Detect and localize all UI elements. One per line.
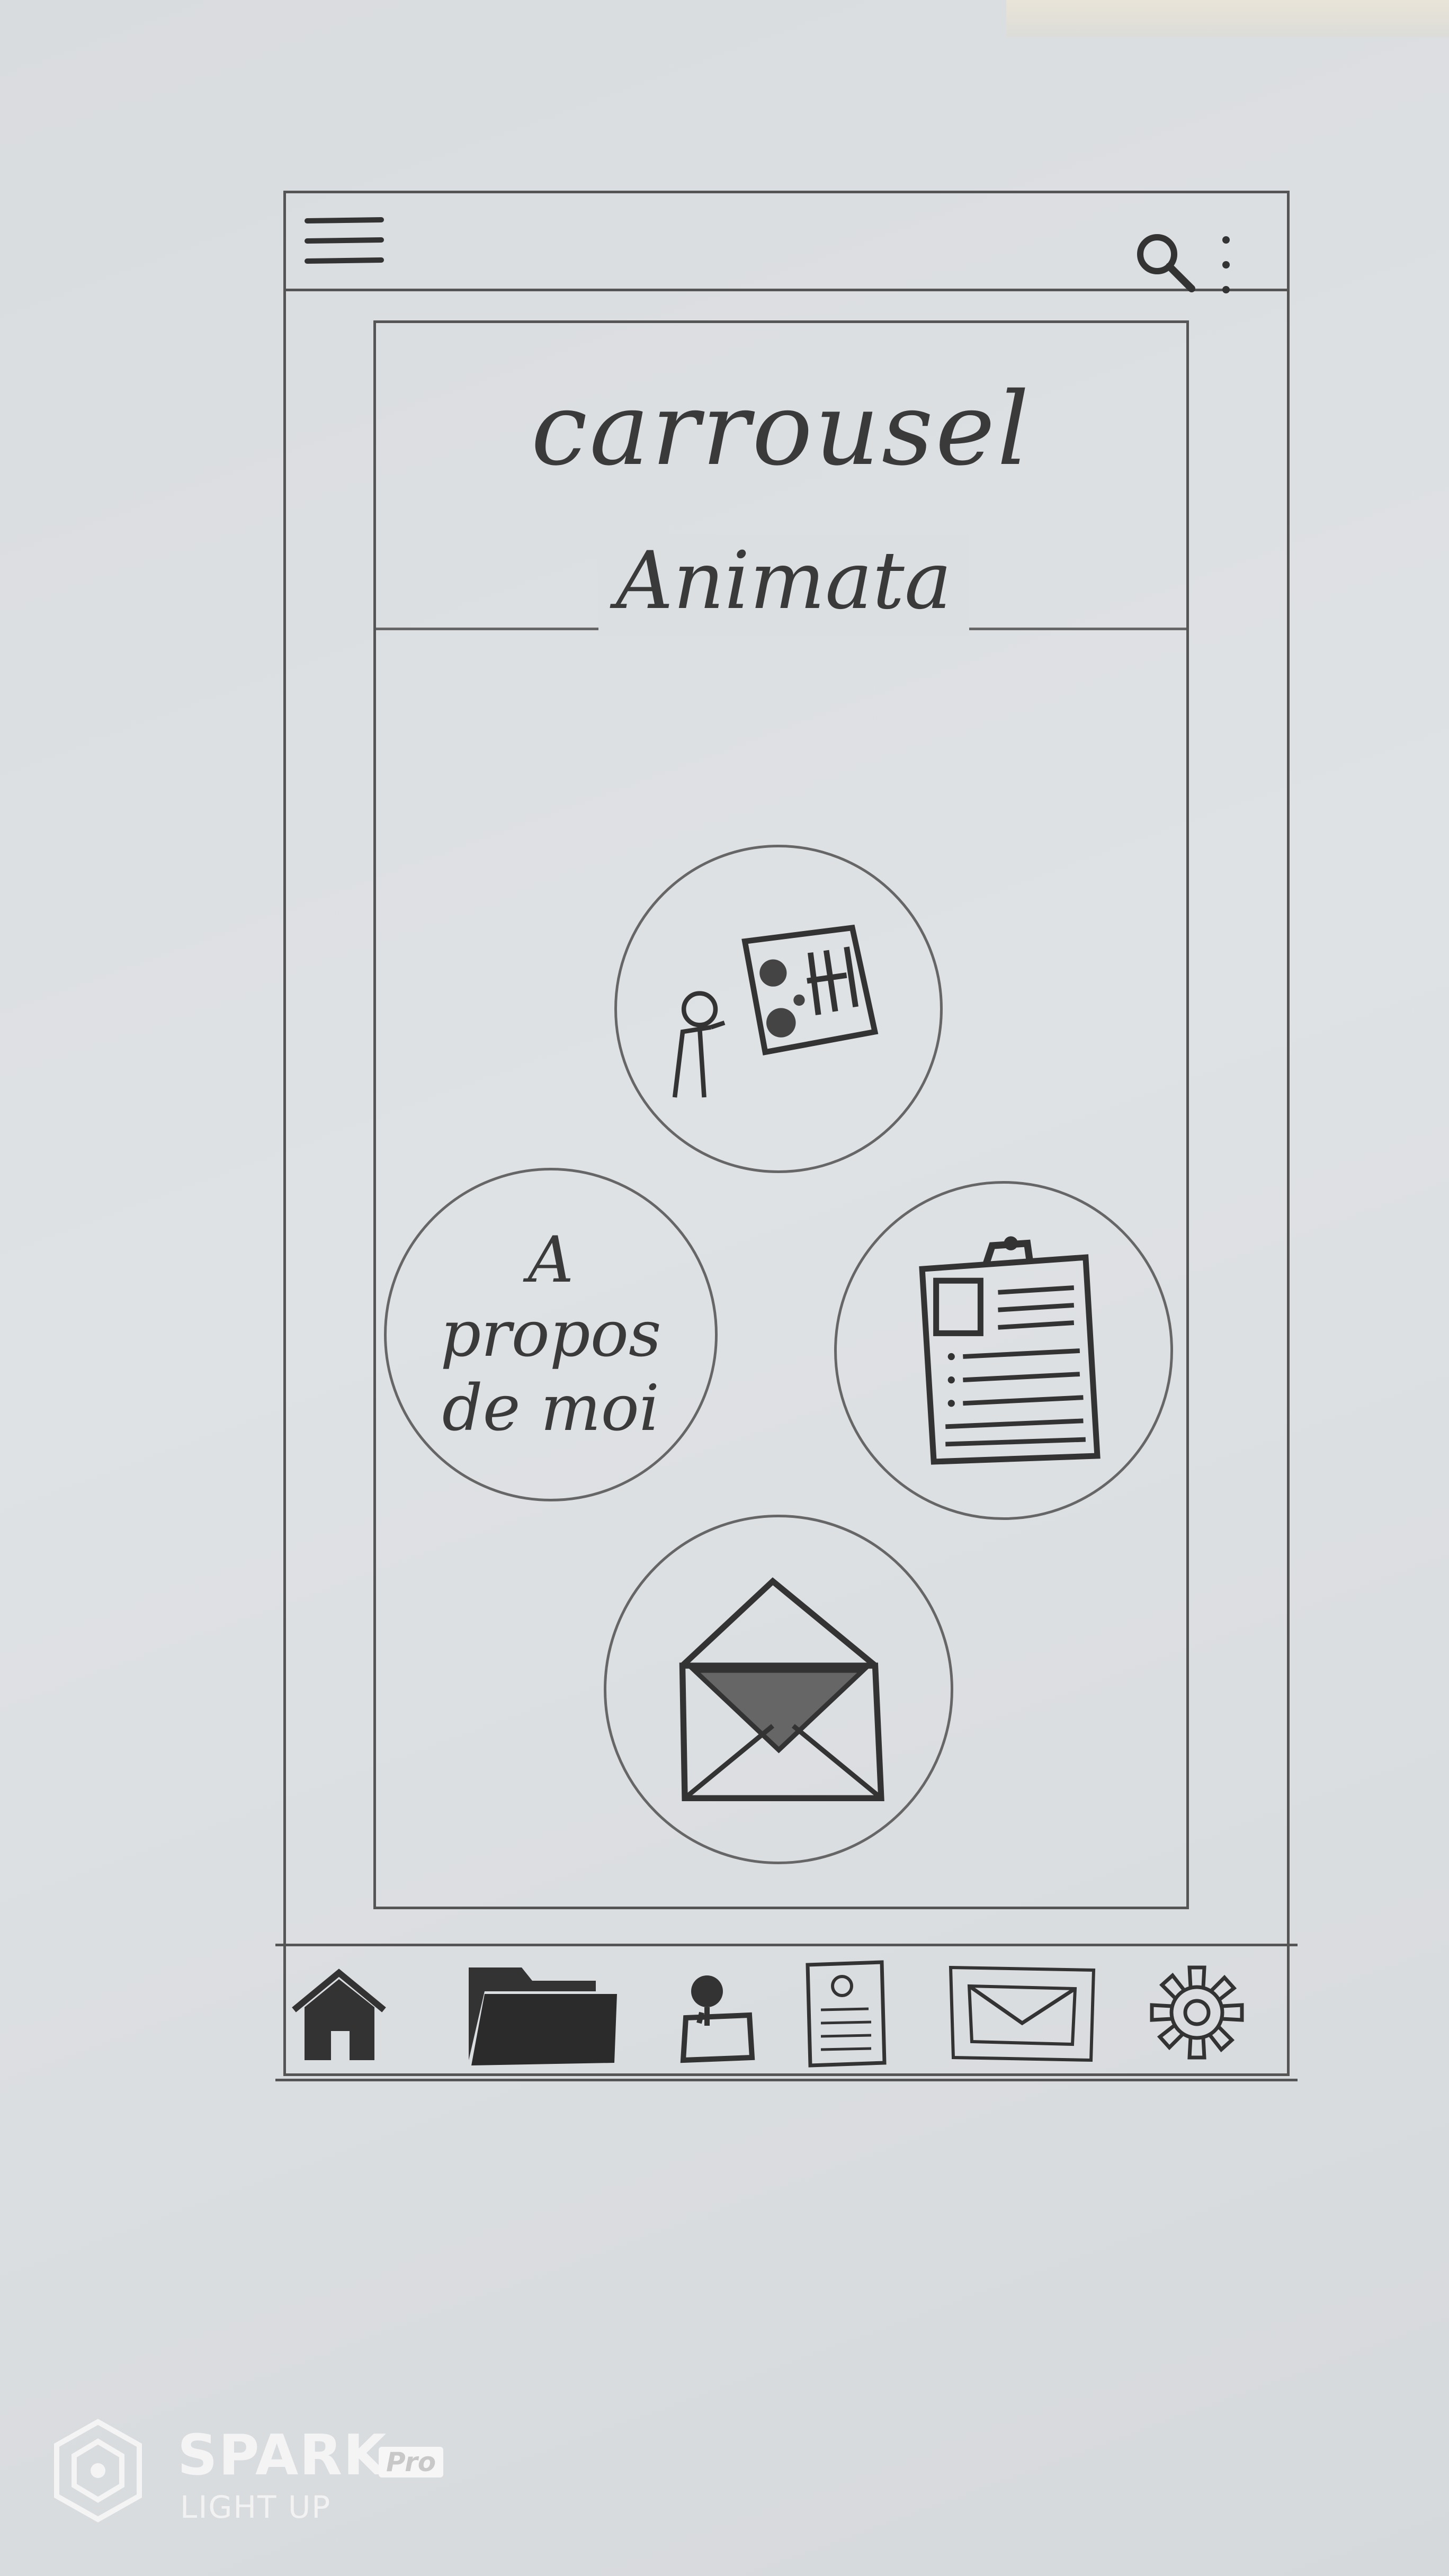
document-icon	[806, 1960, 887, 2068]
more-vertical-icon[interactable]	[1215, 230, 1237, 299]
about-me-circle-button[interactable]: A propos de moi	[384, 1168, 718, 1501]
watermark-tagline: LIGHT UP	[180, 2489, 332, 2525]
clipboard-resume-icon	[918, 1236, 1101, 1465]
nav-cv[interactable]	[797, 1957, 892, 2068]
phone-wireframe: carrousel Animata A propos de moi	[275, 191, 1298, 2081]
contact-circle-button[interactable]	[604, 1515, 953, 1864]
nav-folder[interactable]	[463, 1957, 622, 2068]
about-me-label: A propos de moi	[440, 1223, 661, 1445]
open-envelope-icon	[679, 1577, 884, 1801]
profile-icon	[680, 1975, 755, 2063]
bottom-navigation-bar	[275, 1944, 1298, 2081]
top-app-bar	[286, 193, 1287, 294]
gear-icon	[1150, 1965, 1244, 2060]
content-panel: carrousel Animata A propos de moi	[373, 320, 1189, 1909]
mail-icon	[949, 1965, 1096, 2062]
camera-watermark: SPARK Pro LIGHT UP	[50, 2412, 527, 2529]
section-label: Animata	[598, 535, 969, 636]
watermark-edition: Pro	[379, 2447, 444, 2477]
animata-circle-button[interactable]	[614, 845, 943, 1173]
hamburger-menu-icon[interactable]	[305, 214, 384, 267]
carousel-title: carrousel	[531, 371, 1032, 488]
folder-icon	[469, 1967, 617, 2065]
search-icon[interactable]	[1133, 230, 1197, 294]
presentation-board-icon	[672, 924, 878, 1098]
home-icon	[292, 1969, 386, 2060]
cv-circle-button[interactable]	[834, 1181, 1173, 1520]
watermark-brand: SPARK	[177, 2423, 388, 2488]
nav-profile[interactable]	[675, 1957, 760, 2068]
nav-mail[interactable]	[945, 1957, 1099, 2068]
paper-edge	[1006, 0, 1449, 37]
spark-logo-icon	[50, 2418, 146, 2524]
nav-settings[interactable]	[1133, 1957, 1260, 2068]
nav-home[interactable]	[289, 1957, 389, 2068]
